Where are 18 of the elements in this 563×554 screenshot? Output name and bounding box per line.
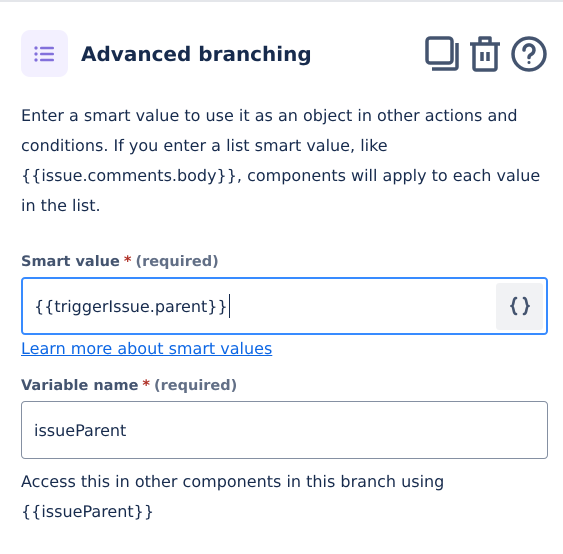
help-text: Access this in other components in this branch using {{issueParent}} [21,471,446,523]
delete-icon[interactable] [469,35,501,72]
text-field[interactable]: issueParent [21,401,548,459]
braces-icon [510,296,530,316]
required-mark: * [142,378,150,394]
description-text: Enter a smart value to use it as an object in other actions and conditions. If you enter a list smart value, like {{issue.comments.body}}, components will apply to each value in the list. [21,105,542,217]
copy-icon[interactable] [425,36,459,71]
smart-value-button[interactable] [496,282,543,330]
required-label: (required) [135,254,219,270]
text-field[interactable]: {{triggerIssue.parent}} [21,277,548,335]
required-mark: * [124,254,132,270]
list-icon [21,30,68,77]
learn-more-link[interactable]: Learn more about smart values [21,339,272,358]
required-label: (required) [154,378,238,394]
field-label: Variable name [21,378,138,394]
panel-title: Advanced branching [81,42,313,66]
help-icon[interactable] [511,36,547,72]
field-label: Smart value [21,254,120,270]
